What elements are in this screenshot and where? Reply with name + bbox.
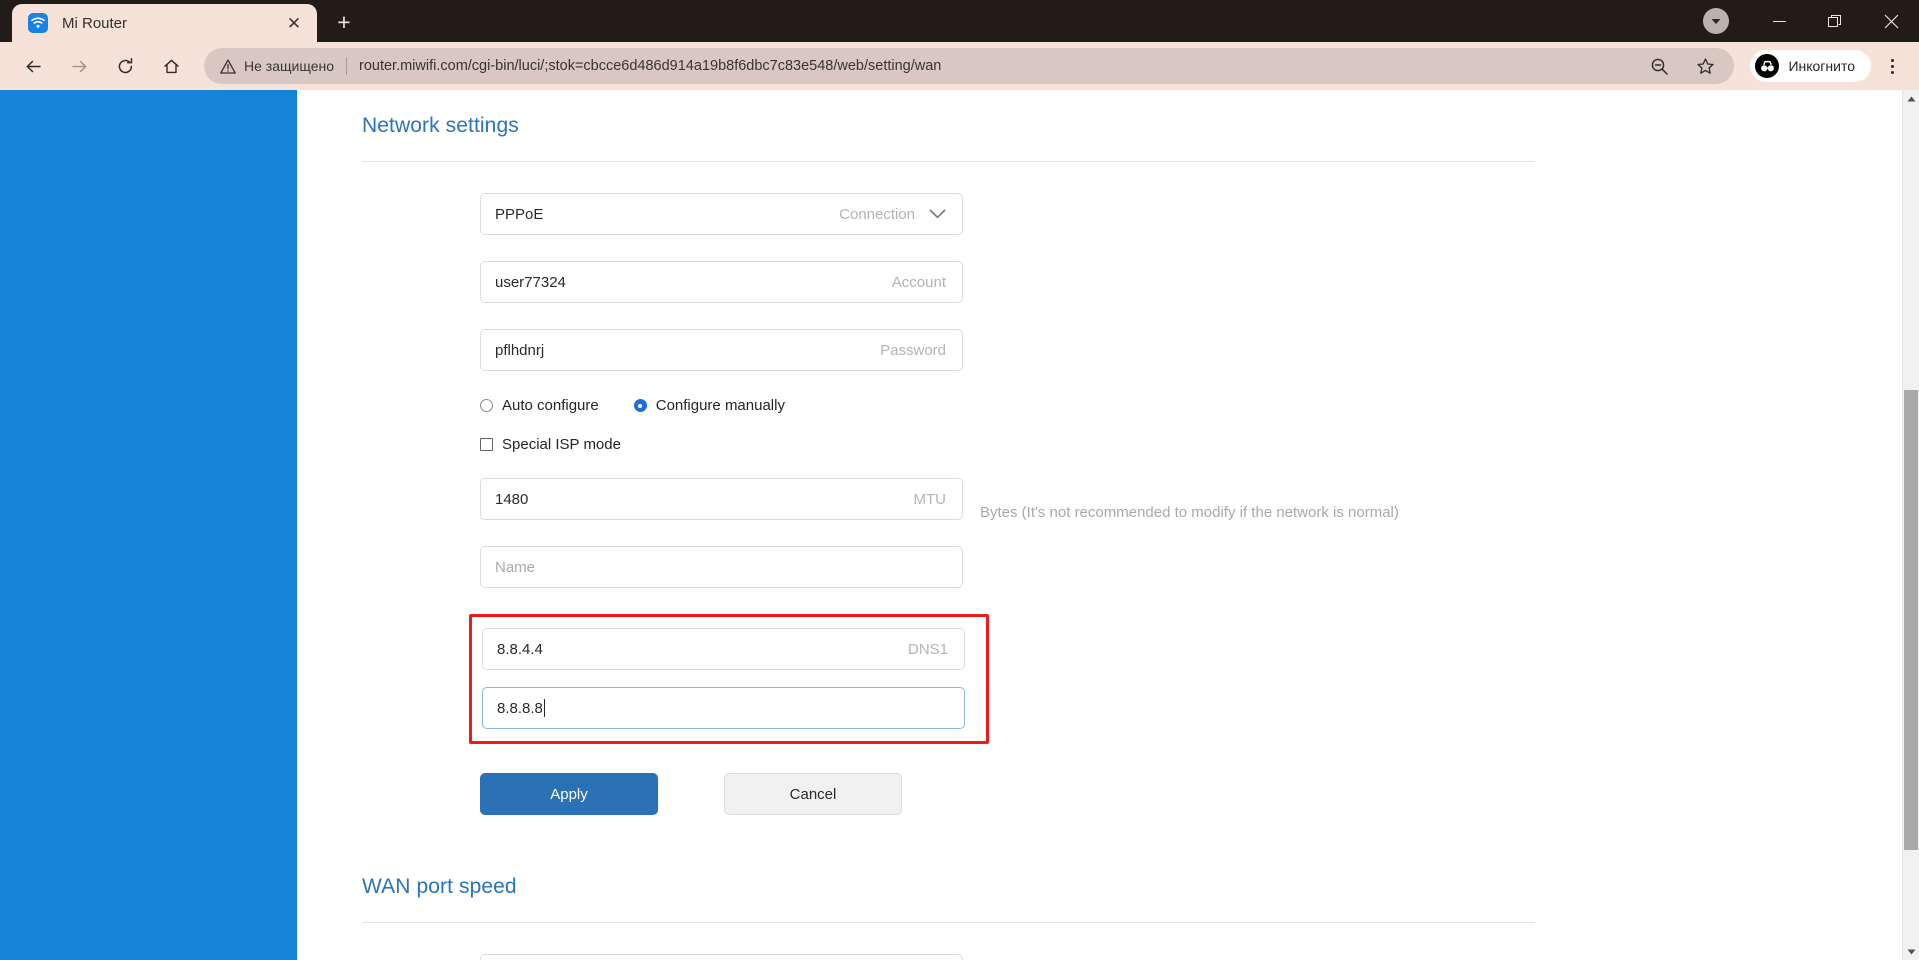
maximize-button[interactable] xyxy=(1807,0,1863,42)
radio-auto-configure[interactable]: Auto configure xyxy=(480,397,599,414)
connection-type-value: PPPoE xyxy=(495,205,544,223)
omnibox-actions xyxy=(1636,48,1728,84)
mtu-input[interactable]: 1480 MTU xyxy=(480,478,963,520)
security-label: Не защищено xyxy=(244,58,334,74)
connection-type-select[interactable]: PPPoE Connection xyxy=(480,193,963,235)
wan-port-speed-section: WAN port speed Auto (recommended) Speed xyxy=(362,815,1535,960)
star-icon[interactable] xyxy=(1687,48,1723,84)
chevron-down-icon[interactable] xyxy=(929,209,946,219)
warning-triangle-icon xyxy=(220,58,236,74)
title-bar: Mi Router ✕ + xyxy=(0,0,1919,42)
incognito-indicator[interactable]: Инкогнито xyxy=(1750,50,1871,82)
apply-button[interactable]: Apply xyxy=(480,773,658,815)
password-label: Password xyxy=(880,341,946,359)
browser-window: Mi Router ✕ + Не защищено router.miwifi.… xyxy=(0,0,1919,960)
account-value: user77324 xyxy=(495,273,566,291)
incognito-icon xyxy=(1755,54,1780,78)
scrollbar-thumb[interactable] xyxy=(1904,390,1918,850)
mtu-hint: Bytes (It's not recommended to modify if… xyxy=(980,503,1399,521)
scroll-up-arrow-icon[interactable] xyxy=(1903,90,1919,107)
tab-title: Mi Router xyxy=(62,14,128,32)
back-arrow-icon[interactable] xyxy=(15,48,51,84)
radio-button-selected-icon[interactable] xyxy=(633,399,647,412)
address-bar[interactable]: Не защищено router.miwifi.com/cgi-bin/lu… xyxy=(204,48,1735,84)
mtu-value: 1480 xyxy=(495,490,529,508)
page-scrollbar[interactable] xyxy=(1902,90,1919,960)
radio-configure-manually[interactable]: Configure manually xyxy=(633,397,785,414)
checkbox-icon[interactable] xyxy=(480,438,493,451)
menu-dot xyxy=(1890,58,1894,62)
wifi-icon xyxy=(28,13,48,33)
browser-menu-button[interactable] xyxy=(1875,49,1909,83)
wan-speed-select[interactable]: Auto (recommended) Speed xyxy=(480,954,963,960)
password-input[interactable]: pflhdnrj Password xyxy=(480,329,963,371)
scroll-down-arrow-icon[interactable] xyxy=(1903,943,1919,960)
omnibox-divider xyxy=(346,57,347,75)
close-window-button[interactable] xyxy=(1863,0,1919,42)
network-settings-form: PPPoE Connection user77324 Account pflhd… xyxy=(362,162,1535,815)
connection-type-label: Connection xyxy=(839,205,915,223)
close-icon[interactable]: ✕ xyxy=(281,10,307,36)
special-isp-mode-checkbox[interactable]: Special ISP mode xyxy=(480,436,1535,453)
new-tab-button[interactable]: + xyxy=(327,5,361,39)
configure-mode-radio-group: Auto configure Configure manually xyxy=(480,397,1535,414)
page-left-background xyxy=(0,90,297,960)
dns2-input[interactable]: 8.8.8.8 xyxy=(482,687,965,729)
account-label: Account xyxy=(891,273,946,291)
page-right-background xyxy=(1600,90,1903,960)
page-title: Network settings xyxy=(362,114,519,137)
cancel-button[interactable]: Cancel xyxy=(724,773,902,815)
name-input[interactable]: Name xyxy=(480,546,963,588)
radio-configure-manually-label: Configure manually xyxy=(655,397,785,414)
menu-dot xyxy=(1890,64,1894,68)
radio-button-icon[interactable] xyxy=(480,399,493,412)
forward-arrow-icon[interactable] xyxy=(61,48,97,84)
page-viewport: Network settings PPPoE Connection user77… xyxy=(0,90,1919,960)
special-isp-mode-label: Special ISP mode xyxy=(502,436,621,453)
wan-port-speed-form: Auto (recommended) Speed xyxy=(362,923,1535,960)
page-content-card: Network settings PPPoE Connection user77… xyxy=(297,90,1600,960)
not-secure-indicator[interactable]: Не защищено xyxy=(220,58,334,74)
window-controls xyxy=(1703,0,1919,42)
browser-tab[interactable]: Mi Router ✕ xyxy=(12,4,317,42)
dns1-value: 8.8.4.4 xyxy=(497,640,543,658)
incognito-label: Инкогнито xyxy=(1788,58,1855,74)
form-actions: Apply Cancel xyxy=(480,760,1535,815)
dns-highlight-box: 8.8.4.4 DNS1 8.8.8.8 xyxy=(469,614,989,744)
url-text: router.miwifi.com/cgi-bin/luci/;stok=cbc… xyxy=(359,58,942,74)
menu-dot xyxy=(1890,70,1894,74)
radio-auto-configure-label: Auto configure xyxy=(502,397,599,414)
browser-toolbar: Не защищено router.miwifi.com/cgi-bin/lu… xyxy=(0,42,1919,90)
text-cursor xyxy=(543,699,545,717)
zoom-out-icon[interactable] xyxy=(1641,48,1677,84)
home-icon[interactable] xyxy=(153,48,189,84)
dns1-input[interactable]: 8.8.4.4 DNS1 xyxy=(482,628,965,670)
dns1-label: DNS1 xyxy=(907,640,948,658)
reload-icon[interactable] xyxy=(107,48,143,84)
downloads-chevron-icon[interactable] xyxy=(1703,8,1729,34)
dns2-value: 8.8.8.8 xyxy=(497,699,543,717)
minimize-button[interactable] xyxy=(1751,0,1807,42)
wan-port-speed-title: WAN port speed xyxy=(362,875,517,898)
password-value: pflhdnrj xyxy=(495,341,545,359)
name-placeholder: Name xyxy=(495,558,536,576)
account-input[interactable]: user77324 Account xyxy=(480,261,963,303)
mtu-label: MTU xyxy=(913,490,947,508)
mtu-row: 1480 MTU Bytes (It's not recommended to … xyxy=(480,478,1535,546)
tab-strip: Mi Router ✕ + xyxy=(0,0,361,42)
